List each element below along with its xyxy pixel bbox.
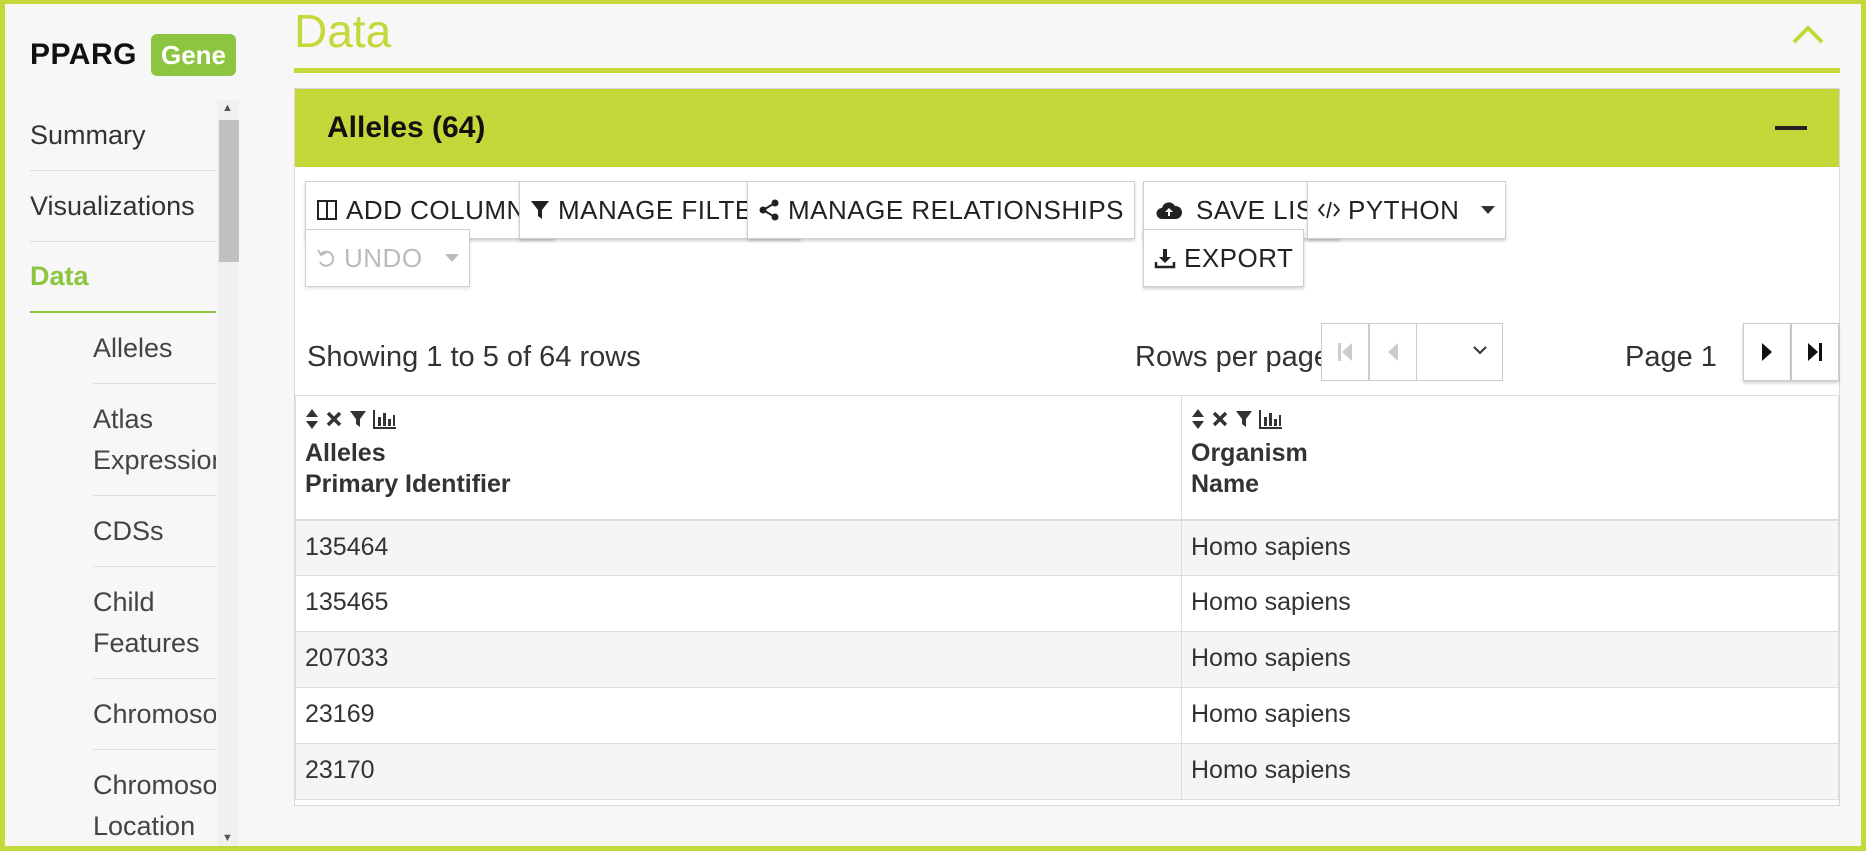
section-divider <box>294 68 1840 73</box>
previous-page-icon <box>1388 343 1398 361</box>
sidebar-subitem-cdss[interactable]: CDSs <box>93 496 216 567</box>
rows-per-page-label: Rows per page: <box>1135 341 1339 373</box>
first-page-icon <box>1338 343 1352 361</box>
columns-icon <box>316 199 338 221</box>
undo-icon <box>316 248 336 268</box>
column-title: Alleles <box>305 439 386 467</box>
sort-icon[interactable] <box>305 408 319 430</box>
organism-name-cell[interactable]: Homo sapiens <box>1181 631 1839 688</box>
undo-dropdown[interactable]: UNDO <box>305 229 470 287</box>
sidebar-subitem-chromosome[interactable]: Chromosome <box>93 679 216 750</box>
alleles-panel: Alleles (64) ADD COLUMNS MANAGE FILTERS … <box>294 88 1840 806</box>
organism-name-cell[interactable]: Homo sapiens <box>1181 743 1839 800</box>
table-row[interactable]: 207033 Homo sapiens <box>295 631 1839 688</box>
collapse-minus-icon[interactable] <box>1775 126 1807 130</box>
add-columns-label: ADD COLUMNS <box>346 194 544 225</box>
column-subtitle: Primary Identifier <box>305 470 511 498</box>
column-header-alleles: Alleles Primary Identifier <box>295 395 1182 521</box>
scrollbar-thumb[interactable] <box>219 120 239 262</box>
section-collapse-chevron-icon[interactable] <box>1788 18 1828 48</box>
table-row[interactable]: 135465 Homo sapiens <box>295 575 1839 632</box>
download-icon <box>1154 247 1176 269</box>
bar-chart-icon[interactable] <box>1259 409 1283 429</box>
remove-column-icon[interactable] <box>325 410 343 428</box>
share-nodes-icon <box>758 199 780 221</box>
column-header-organism: Organism Name <box>1181 395 1839 521</box>
sidebar-scrollbar[interactable]: ▲ ▼ <box>217 100 239 846</box>
scroll-up-arrow-icon[interactable]: ▲ <box>222 102 233 114</box>
python-label: PYTHON <box>1348 194 1460 225</box>
previous-page-button[interactable] <box>1369 323 1417 381</box>
organism-name-cell[interactable]: Homo sapiens <box>1181 575 1839 632</box>
caret-down-icon <box>1481 206 1496 214</box>
sidebar: PPARG Gene Summary Visualizations Data A… <box>5 4 239 846</box>
export-label: EXPORT <box>1184 242 1294 273</box>
sidebar-subitem-alleles[interactable]: Alleles <box>93 313 216 384</box>
sidebar-item-data[interactable]: Data <box>30 242 216 313</box>
filter-icon[interactable] <box>1235 409 1253 429</box>
bar-chart-icon[interactable] <box>373 409 397 429</box>
gene-header: PPARG Gene <box>30 34 236 76</box>
column-tools <box>1191 406 1829 432</box>
export-button[interactable]: EXPORT <box>1143 229 1305 287</box>
next-page-icon <box>1762 343 1772 361</box>
last-page-button[interactable] <box>1791 323 1839 381</box>
manage-relationships-label: MANAGE RELATIONSHIPS <box>788 194 1125 225</box>
code-icon <box>1318 201 1340 219</box>
chevron-down-icon <box>1473 346 1487 355</box>
sidebar-item-visualizations[interactable]: Visualizations <box>30 171 216 242</box>
filter-icon[interactable] <box>349 409 367 429</box>
allele-id-cell[interactable]: 135464 <box>295 519 1182 576</box>
sidebar-subitem-child-features[interactable]: Child Features <box>93 567 216 679</box>
column-subtitle: Name <box>1191 470 1260 498</box>
allele-id-cell[interactable]: 23170 <box>295 743 1182 800</box>
results-table: Alleles Primary Identifier Organism Name <box>295 395 1839 800</box>
sort-icon[interactable] <box>1191 408 1205 430</box>
organism-name-cell[interactable]: Homo sapiens <box>1181 687 1839 744</box>
next-page-button[interactable] <box>1743 323 1791 381</box>
filter-icon <box>530 199 550 221</box>
gene-name: PPARG <box>30 38 137 71</box>
table-row[interactable]: 23169 Homo sapiens <box>295 687 1839 744</box>
last-page-icon <box>1808 343 1822 361</box>
sidebar-subitem-atlas-expression[interactable]: Atlas Expression <box>93 384 216 496</box>
column-tools <box>305 406 1172 432</box>
gene-type-badge: Gene <box>150 34 236 76</box>
sidebar-nav: Summary Visualizations Data Alleles Atla… <box>30 100 216 846</box>
current-page-label: Page 1 <box>1625 341 1717 373</box>
showing-rows-text: Showing 1 to 5 of 64 rows <box>307 341 641 373</box>
section-title: Data <box>294 5 392 57</box>
table-header-row: Alleles Primary Identifier Organism Name <box>295 395 1839 521</box>
table-row[interactable]: 23170 Homo sapiens <box>295 743 1839 800</box>
scroll-down-arrow-icon[interactable]: ▼ <box>222 832 233 844</box>
sidebar-subitem-chromosome-location[interactable]: Chromosome Location <box>93 750 216 846</box>
allele-id-cell[interactable]: 23169 <box>295 687 1182 744</box>
first-page-button[interactable] <box>1321 323 1369 381</box>
column-title: Organism <box>1191 439 1308 467</box>
sidebar-item-summary[interactable]: Summary <box>30 100 216 171</box>
undo-label: UNDO <box>344 242 423 273</box>
caret-down-icon <box>444 254 459 262</box>
allele-id-cell[interactable]: 135465 <box>295 575 1182 632</box>
panel-header[interactable]: Alleles (64) <box>295 89 1839 167</box>
cloud-upload-icon <box>1156 200 1182 220</box>
remove-column-icon[interactable] <box>1211 410 1229 428</box>
panel-title: Alleles (64) <box>327 111 486 144</box>
table-row[interactable]: 135464 Homo sapiens <box>295 519 1839 576</box>
organism-name-cell[interactable]: Homo sapiens <box>1181 519 1839 576</box>
manage-relationships-button[interactable]: MANAGE RELATIONSHIPS <box>747 181 1136 239</box>
allele-id-cell[interactable]: 207033 <box>295 631 1182 688</box>
python-code-dropdown[interactable]: PYTHON <box>1307 181 1507 239</box>
